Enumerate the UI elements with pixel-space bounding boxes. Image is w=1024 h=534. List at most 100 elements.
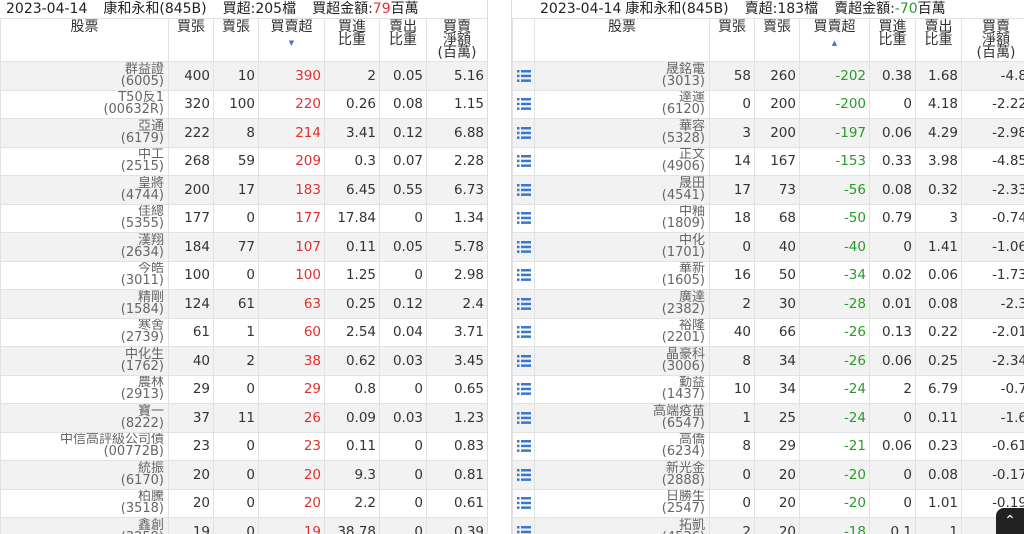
stock-link[interactable]: 晟銘電 (3013) [534, 61, 710, 91]
table-row[interactable]: 農林 (2913) 29 0 29 0.8 0 0.65 [0, 374, 487, 404]
stock-link[interactable]: 裕隆 (2201) [534, 317, 710, 347]
stock-link[interactable]: 正文 (4906) [534, 146, 710, 176]
column-header-sell[interactable]: 賣張 [213, 18, 259, 62]
row-menu-button[interactable] [512, 289, 535, 319]
stock-link[interactable]: 寶一 (8222) [0, 403, 169, 433]
column-header-net[interactable]: 買賣超 ▲ [799, 18, 870, 62]
stock-link[interactable]: 新光金 (2888) [534, 460, 710, 490]
table-row[interactable]: 柏騰 (3518) 20 0 20 2.2 0 0.61 [0, 488, 487, 518]
stock-link[interactable]: 晶豪科 (3006) [534, 346, 710, 376]
row-menu-button[interactable] [512, 118, 535, 148]
table-row[interactable]: 鑫創(3259)1901938.7800.39 [0, 517, 487, 534]
row-menu-button[interactable] [512, 260, 535, 290]
column-header-net-amount[interactable]: 買賣 淨額 (百萬) [961, 18, 1024, 62]
stock-link[interactable]: T50反1 (00632R) [0, 89, 169, 119]
table-row[interactable]: 中化 (1701) 0 40 -40 0 1.41 -1.06 [512, 232, 1024, 262]
column-header-sell-pct[interactable]: 賣出 比重 [379, 18, 427, 62]
stock-link[interactable]: 亞通 (6179) [0, 118, 169, 148]
table-row[interactable]: 拓凱(4536)220-180.11-3.2 [512, 517, 1024, 534]
row-menu-button[interactable] [512, 203, 535, 233]
stock-link[interactable]: 今皓 (3011) [0, 260, 169, 290]
stock-link[interactable]: 中信高評級公司債 (00772B) [0, 431, 169, 461]
row-menu-button[interactable] [512, 146, 535, 176]
stock-link[interactable]: 拓凱(4536) [534, 517, 710, 534]
stock-link[interactable]: 鑫創(3259) [0, 517, 169, 534]
stock-link[interactable]: 統振 (6170) [0, 460, 169, 490]
column-header-stock[interactable]: 股票 [0, 18, 169, 62]
table-row[interactable]: 勤益(1437)1034-2426.79-0.7 [512, 374, 1024, 404]
stock-link[interactable]: 高端疫苗 (6547) [534, 403, 710, 433]
row-menu-button[interactable] [512, 317, 535, 347]
column-header-buy-pct[interactable]: 買進 比重 [869, 18, 916, 62]
stock-link[interactable]: 日勝生 (2547) [534, 488, 710, 518]
column-header-buy-pct[interactable]: 買進 比重 [324, 18, 380, 62]
table-row[interactable]: 中釉 (1809) 18 68 -50 0.79 3 -0.74 [512, 203, 1024, 233]
table-row[interactable]: 華容 (5328) 3 200 -197 0.06 4.29 -2.98 [512, 118, 1024, 148]
table-row[interactable]: 晟田 (4541) 17 73 -56 0.08 0.32 -2.33 [512, 175, 1024, 205]
table-row[interactable]: 中化生 (1762) 40 2 38 0.62 0.03 3.45 [0, 346, 487, 376]
table-row[interactable]: 寶一 (8222) 37 11 26 0.09 0.03 1.23 [0, 403, 487, 433]
stock-link[interactable]: 農林 (2913) [0, 374, 169, 404]
row-menu-button[interactable] [512, 488, 535, 518]
table-row[interactable]: 高端疫苗(6547)125-2400.11-1.6 [512, 403, 1024, 433]
row-menu-button[interactable] [512, 431, 535, 461]
stock-link[interactable]: 皇將 (4744) [0, 175, 169, 205]
table-row[interactable]: 正文 (4906) 14 167 -153 0.33 3.98 -4.85 [512, 146, 1024, 176]
row-menu-button[interactable] [512, 232, 535, 262]
stock-link[interactable]: 柏騰 (3518) [0, 488, 169, 518]
row-menu-button[interactable] [512, 61, 535, 91]
table-row[interactable]: 皇將 (4744) 200 17 183 6.45 0.55 6.73 [0, 175, 487, 205]
table-row[interactable]: 漢翔 (2634) 184 77 107 0.11 0.05 5.78 [0, 232, 487, 262]
row-menu-button[interactable] [512, 346, 535, 376]
table-row[interactable]: 日勝生 (2547) 0 20 -20 0 1.01 -0.19 [512, 488, 1024, 518]
table-row[interactable]: T50反1 (00632R) 320 100 220 0.26 0.08 1.15 [0, 89, 487, 119]
stock-link[interactable]: 中化生 (1762) [0, 346, 169, 376]
row-menu-button[interactable] [512, 374, 535, 404]
stock-link[interactable]: 華新 (1605) [534, 260, 710, 290]
stock-link[interactable]: 中釉 (1809) [534, 203, 710, 233]
stock-link[interactable]: 寒舍 (2739) [0, 317, 169, 347]
table-row[interactable]: 廣達(2382)230-280.010.08-2.3 [512, 289, 1024, 319]
column-header-buy[interactable]: 買張 [168, 18, 214, 62]
table-row[interactable]: 今皓 (3011) 100 0 100 1.25 0 2.98 [0, 260, 487, 290]
table-row[interactable]: 統振 (6170) 20 0 20 9.3 0 0.81 [0, 460, 487, 490]
column-header-sell[interactable]: 賣張 [754, 18, 800, 62]
table-row[interactable]: 精剛 (1584) 124 61 63 0.25 0.12 2.4 [0, 289, 487, 319]
table-row[interactable]: 中工 (2515) 268 59 209 0.3 0.07 2.28 [0, 146, 487, 176]
table-row[interactable]: 晶豪科 (3006) 8 34 -26 0.06 0.25 -2.34 [512, 346, 1024, 376]
table-row[interactable]: 高僑 (6234) 8 29 -21 0.06 0.23 -0.61 [512, 431, 1024, 461]
stock-link[interactable]: 佳總 (5355) [0, 203, 169, 233]
stock-link[interactable]: 漢翔 (2634) [0, 232, 169, 262]
stock-link[interactable]: 中工 (2515) [0, 146, 169, 176]
table-row[interactable]: 裕隆 (2201) 40 66 -26 0.13 0.22 -2.01 [512, 317, 1024, 347]
row-menu-button[interactable] [512, 175, 535, 205]
table-row[interactable]: 佳總 (5355) 177 0 177 17.84 0 1.34 [0, 203, 487, 233]
column-header-net-amount[interactable]: 買賣 淨額 (百萬) [426, 18, 487, 62]
table-row[interactable]: 新光金 (2888) 0 20 -20 0 0.08 -0.17 [512, 460, 1024, 490]
row-menu-button[interactable] [512, 403, 535, 433]
row-menu-button[interactable] [512, 89, 535, 119]
stock-link[interactable]: 晟田 (4541) [534, 175, 710, 205]
stock-link[interactable]: 群益證 (6005) [0, 61, 169, 91]
row-menu-button[interactable] [512, 517, 535, 534]
column-header-net[interactable]: 買賣超 ▼ [258, 18, 325, 62]
stock-link[interactable]: 高僑 (6234) [534, 431, 710, 461]
stock-link[interactable]: 中化 (1701) [534, 232, 710, 262]
column-header-sell-pct[interactable]: 賣出 比重 [915, 18, 962, 62]
table-row[interactable]: 華新 (1605) 16 50 -34 0.02 0.06 -1.73 [512, 260, 1024, 290]
table-row[interactable]: 群益證 (6005) 400 10 390 2 0.05 5.16 [0, 61, 487, 91]
stock-link[interactable]: 廣達 (2382) [534, 289, 710, 319]
table-row[interactable]: 寒舍 (2739) 61 1 60 2.54 0.04 3.71 [0, 317, 487, 347]
table-row[interactable]: 亞通 (6179) 222 8 214 3.41 0.12 6.88 [0, 118, 487, 148]
column-header-buy[interactable]: 買張 [709, 18, 755, 62]
table-row[interactable]: 中信高評級公司債 (00772B) 23 0 23 0.11 0 0.83 [0, 431, 487, 461]
table-row[interactable]: 達運 (6120) 0 200 -200 0 4.18 -2.22 [512, 89, 1024, 119]
scroll-top-button[interactable]: ⌃ [996, 508, 1024, 534]
stock-link[interactable]: 達運 (6120) [534, 89, 710, 119]
table-row[interactable]: 晟銘電(3013)58260-2020.381.68-4.8 [512, 61, 1024, 91]
row-menu-button[interactable] [512, 460, 535, 490]
stock-link[interactable]: 華容 (5328) [534, 118, 710, 148]
stock-link[interactable]: 勤益 (1437) [534, 374, 710, 404]
column-header-stock[interactable]: 股票 [534, 18, 710, 62]
stock-link[interactable]: 精剛 (1584) [0, 289, 169, 319]
